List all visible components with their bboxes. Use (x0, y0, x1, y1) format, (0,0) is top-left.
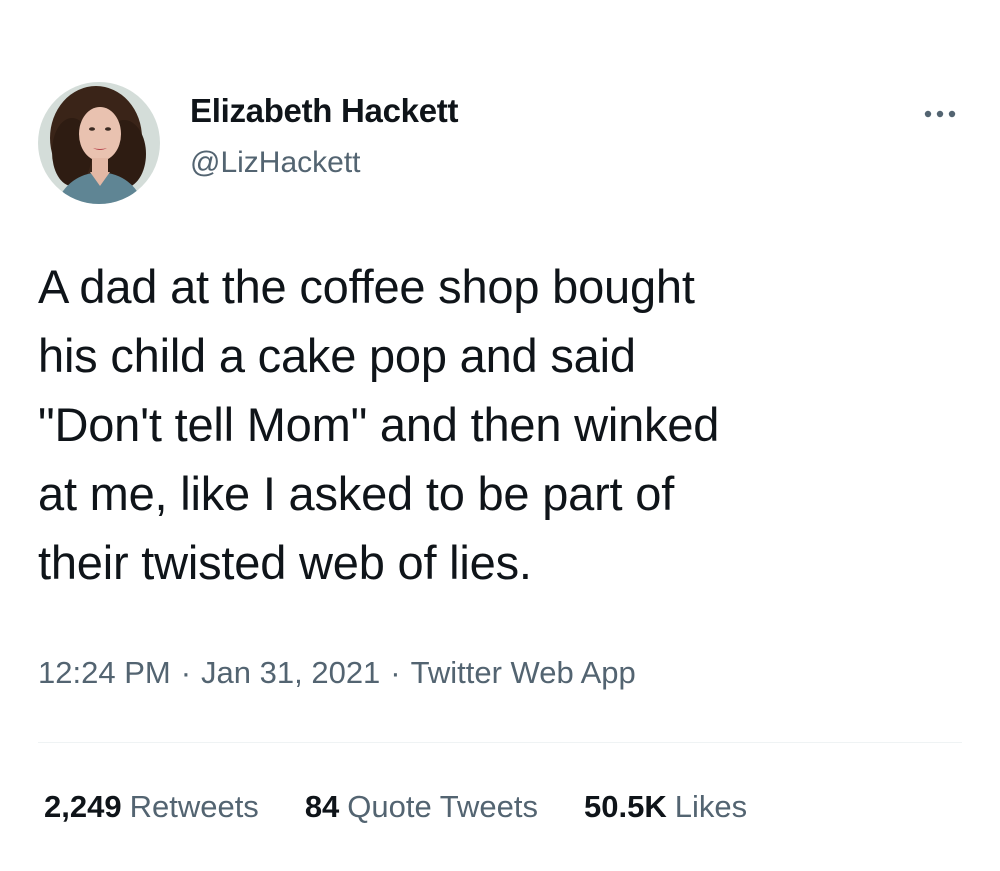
tweet-time[interactable]: 12:24 PM (38, 655, 171, 690)
more-options-icon[interactable] (918, 102, 962, 126)
meta-separator: · (180, 655, 192, 690)
likes-count: 50.5K (584, 789, 667, 824)
author-display-name[interactable]: Elizabeth Hackett (190, 92, 458, 130)
retweets-count: 2,249 (44, 789, 122, 824)
retweets-stat[interactable]: 2,249 Retweets (44, 789, 259, 825)
tweet-source[interactable]: Twitter Web App (411, 655, 636, 690)
quote-tweets-label: Quote Tweets (347, 789, 539, 824)
quote-tweets-count: 84 (304, 789, 340, 824)
likes-stat[interactable]: 50.5K Likes (584, 789, 747, 825)
tweet-text: A dad at the coffee shop bought his chil… (38, 260, 720, 589)
tweet-date[interactable]: Jan 31, 2021 (201, 655, 380, 690)
likes-label: Likes (674, 789, 748, 824)
retweets-label: Retweets (129, 789, 259, 824)
tweet-stats: 2,249 Retweets 84 Quote Tweets 50.5K Likes (44, 789, 793, 825)
meta-separator: · (390, 655, 401, 690)
divider (38, 742, 962, 743)
author-avatar[interactable] (38, 82, 160, 204)
avatar-photo-icon (38, 82, 160, 204)
author-handle[interactable]: @LizHackett (190, 146, 361, 180)
quote-tweets-stat[interactable]: 84 Quote Tweets (305, 789, 538, 825)
tweet-metadata: 12:24 PM · Jan 31, 2021 · Twitter Web App (38, 655, 636, 691)
tweet-card: Elizabeth Hackett @LizHackett A dad at t… (0, 0, 1000, 871)
